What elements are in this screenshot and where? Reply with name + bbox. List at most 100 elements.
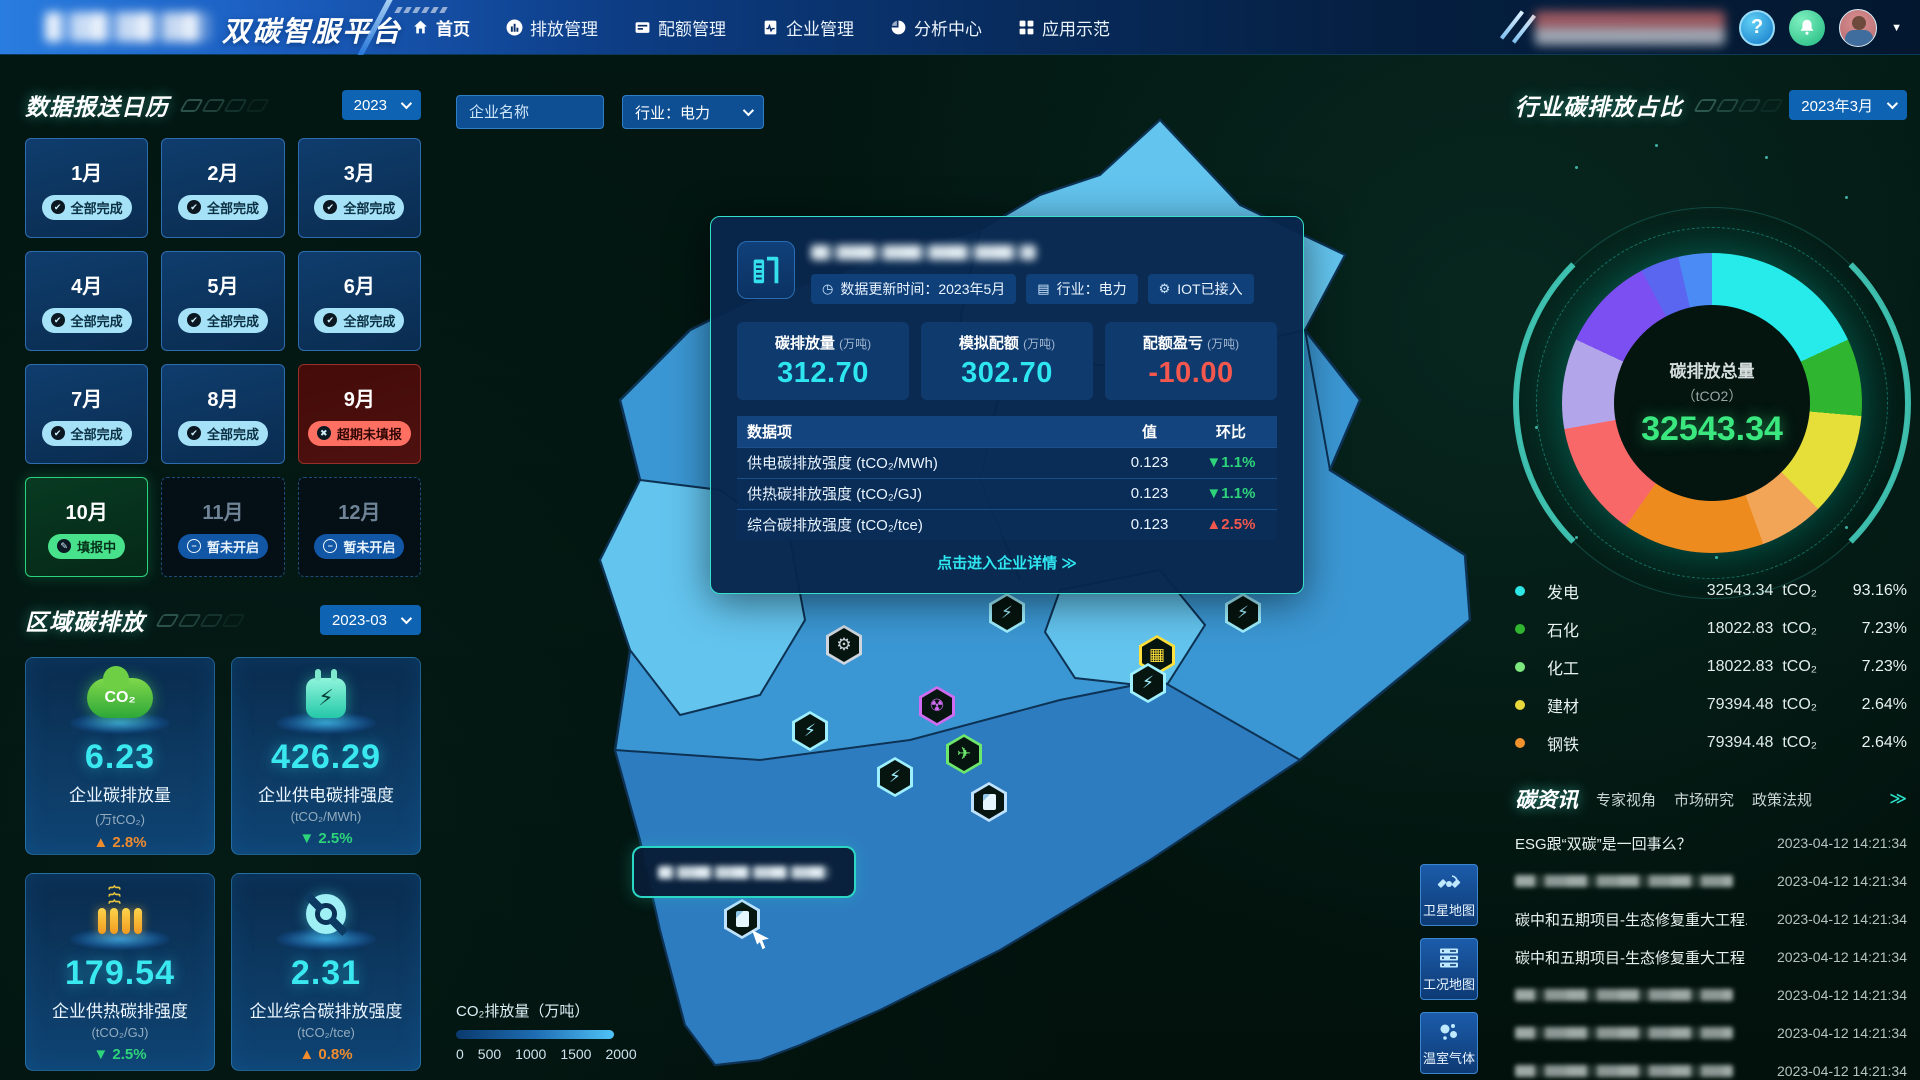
clock-icon: ◷ <box>822 281 833 297</box>
iot-icon: ⚙ <box>1159 281 1171 297</box>
tab-market-research[interactable]: 市场研究 <box>1674 789 1734 810</box>
pencil-icon <box>57 539 71 553</box>
legend-dot <box>1515 624 1525 634</box>
month-card-feb[interactable]: 2月全部完成 <box>161 138 284 238</box>
news-title-redacted <box>1515 989 1733 1001</box>
home-icon <box>412 19 429 36</box>
legend-row-chemical[interactable]: 化工 18022.83 tCO₂ 7.23% <box>1515 648 1907 686</box>
enterprise-detail-link[interactable]: 点击进入企业详情 ≫ <box>737 552 1277 573</box>
news-item[interactable]: 碳中和五期项目-生态修复重大工程2023-04-12 14:21:34 <box>1515 938 1907 976</box>
month-card-mar[interactable]: 3月全部完成 <box>298 138 421 238</box>
report-calendar: 1月全部完成 2月全部完成 3月全部完成 4月全部完成 5月全部完成 6月全部完… <box>25 138 421 577</box>
satellite-map-button[interactable]: 卫星地图 <box>1420 864 1478 926</box>
news-title-redacted <box>1515 1027 1733 1039</box>
legend-row-building[interactable]: 建材 79394.48 tCO₂ 2.64% <box>1515 686 1907 724</box>
donut-center: 碳排放总量 （tCO2） 32543.34 <box>1614 305 1810 501</box>
building-icon <box>747 251 785 289</box>
status-badge: 暂未开启 <box>314 534 404 559</box>
stat-emission: 碳排放量 (万吨) 312.70 <box>737 322 909 400</box>
greenhouse-gas-button[interactable]: 温室气体 <box>1420 1012 1478 1074</box>
month-card-jan[interactable]: 1月全部完成 <box>25 138 148 238</box>
title-decor <box>1697 99 1780 112</box>
region-title: 区域碳排放 <box>25 603 145 637</box>
news-item[interactable]: 2023-04-12 14:21:34 <box>1515 1052 1907 1080</box>
left-panel: 数据报送日历 2023 1月全部完成 2月全部完成 3月全部完成 4月全部完成 … <box>25 88 421 1071</box>
metric-card-composite-intensity[interactable]: 2.31 企业综合碳排放强度 (tCO₂/tce) 0.8% <box>231 873 421 1071</box>
status-badge: 全部完成 <box>314 308 404 333</box>
legend-dot <box>1515 662 1525 672</box>
month-card-apr[interactable]: 4月全部完成 <box>25 251 148 351</box>
molecules-icon <box>1436 1019 1462 1045</box>
legend-dot <box>1515 738 1525 748</box>
server-racks-icon <box>1436 945 1462 971</box>
legend-dot <box>1515 700 1525 710</box>
nav-item-demo[interactable]: 应用示范 <box>1018 15 1110 40</box>
news-item[interactable]: 2023-04-12 14:21:34 <box>1515 862 1907 900</box>
month-card-jul[interactable]: 7月全部完成 <box>25 364 148 464</box>
news-title: 碳资讯 <box>1515 784 1578 814</box>
co2-cloud-icon: CO₂ <box>87 678 153 718</box>
industry-period-dropdown[interactable]: 2023年3月 <box>1789 90 1907 120</box>
legend-row-steel[interactable]: 钢铁 79394.48 tCO₂ 2.64% <box>1515 724 1907 762</box>
company-name-redacted <box>811 245 1036 260</box>
nav-item-home[interactable]: 首页 <box>412 15 470 40</box>
notification-button[interactable] <box>1789 10 1825 46</box>
month-card-oct[interactable]: 10月填报中 <box>25 477 148 577</box>
title-decor <box>183 99 266 112</box>
map-tooltip <box>632 846 856 898</box>
month-card-may[interactable]: 5月全部完成 <box>161 251 284 351</box>
news-item[interactable]: 2023-04-12 14:21:34 <box>1515 976 1907 1014</box>
news-title-redacted <box>1515 1065 1733 1077</box>
status-badge: 填报中 <box>48 534 125 559</box>
check-icon <box>187 426 201 440</box>
user-avatar[interactable] <box>1839 9 1877 47</box>
month-card-jun[interactable]: 6月全部完成 <box>298 251 421 351</box>
month-card-aug[interactable]: 8月全部完成 <box>161 364 284 464</box>
status-badge: 全部完成 <box>42 421 132 446</box>
bell-icon <box>1796 17 1818 39</box>
table-row: 供热碳排放强度 (tCO₂/GJ)0.123▼1.1% <box>737 478 1277 509</box>
iot-badge: ⚙IOT已接入 <box>1148 274 1254 304</box>
satellite-icon <box>1436 871 1462 897</box>
nav-item-analysis[interactable]: 分析中心 <box>890 15 982 40</box>
industry-donut-chart: 碳排放总量 （tCO2） 32543.34 <box>1515 126 1907 566</box>
news-item[interactable]: ESG跟“双碳”是一回事么？2023-04-12 14:21:34 <box>1515 824 1907 862</box>
top-navbar: 双碳智服平台 首页 排放管理 配额管理 企业管理 分析中心 <box>0 0 1920 55</box>
metric-card-power-intensity[interactable]: ⚡ 426.29 企业供电碳排强度 (tCO₂/MWh) 2.5% <box>231 657 421 855</box>
status-badge: 全部完成 <box>178 308 268 333</box>
nav-item-emission[interactable]: 排放管理 <box>506 15 598 40</box>
status-badge: 全部完成 <box>42 308 132 333</box>
month-card-sep[interactable]: 9月超期未填报 <box>298 364 421 464</box>
news-more-arrow[interactable]: ≫ <box>1889 789 1907 809</box>
news-list: ESG跟“双碳”是一回事么？2023-04-12 14:21:34 2023-0… <box>1515 824 1907 1080</box>
heater-icon <box>97 894 143 934</box>
check-icon <box>323 313 337 327</box>
month-card-nov[interactable]: 11月暂未开启 <box>161 477 284 577</box>
tab-expert-view[interactable]: 专家视角 <box>1596 789 1656 810</box>
stat-quota: 模拟配额 (万吨) 302.70 <box>921 322 1093 400</box>
month-card-dec[interactable]: 12月暂未开启 <box>298 477 421 577</box>
legend-row-power[interactable]: 发电 32543.34 tCO₂ 93.16% <box>1515 572 1907 610</box>
news-header: 碳资讯 专家视角 市场研究 政策法规 ≫ <box>1515 784 1907 814</box>
news-item[interactable]: 碳中和五期项目-生态修复重大工程...2023-04-12 14:21:34 <box>1515 900 1907 938</box>
co2-scale-legend: CO₂排放量（万吨） 0500100015002000 <box>456 1000 637 1062</box>
building-icon-tile <box>737 241 795 299</box>
region-period-dropdown[interactable]: 2023-03 <box>320 605 421 635</box>
calendar-title: 数据报送日历 <box>25 88 169 122</box>
user-menu-caret[interactable]: ▼ <box>1891 22 1902 34</box>
map-layer-controls: 卫星地图 工况地图 温室气体 <box>1420 864 1478 1074</box>
calendar-year-dropdown[interactable]: 2023 <box>342 90 421 120</box>
status-badge: 暂未开启 <box>178 534 268 559</box>
region-metrics: CO₂ 6.23 企业碳排放量 (万tCO₂) 2.8% ⚡ 426.29 企业… <box>25 657 421 1071</box>
nav-item-enterprise[interactable]: 企业管理 <box>762 15 854 40</box>
industry-badge: ▤行业：电力 <box>1026 274 1137 304</box>
table-row: 综合碳排放强度 (tCO₂/tce)0.123▲2.5% <box>737 509 1277 540</box>
news-item[interactable]: 2023-04-12 14:21:34 <box>1515 1014 1907 1052</box>
help-button[interactable]: ? <box>1739 10 1775 46</box>
working-condition-map-button[interactable]: 工况地图 <box>1420 938 1478 1000</box>
metric-card-heat-intensity[interactable]: 179.54 企业供热碳排强度 (tCO₂/GJ) 2.5% <box>25 873 215 1071</box>
legend-row-petrochem[interactable]: 石化 18022.83 tCO₂ 7.23% <box>1515 610 1907 648</box>
metric-card-emission[interactable]: CO₂ 6.23 企业碳排放量 (万tCO₂) 2.8% <box>25 657 215 855</box>
nav-item-quota[interactable]: 配额管理 <box>634 15 726 40</box>
tab-policy[interactable]: 政策法规 <box>1752 789 1812 810</box>
